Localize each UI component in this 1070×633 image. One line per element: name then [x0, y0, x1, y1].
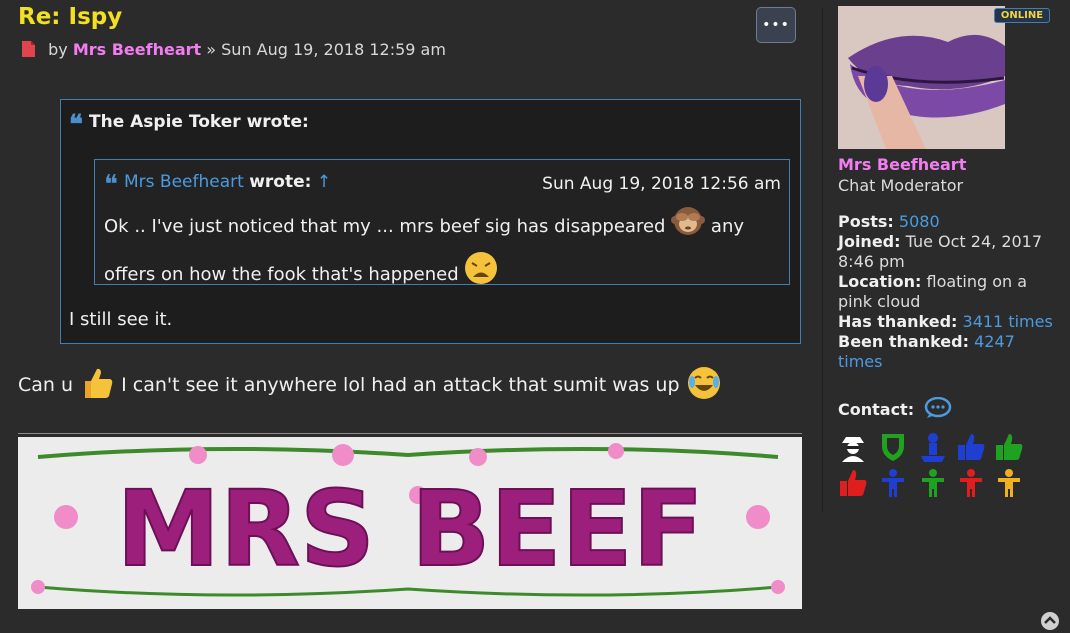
- outer-quote-cite: ❝ The Aspie Toker wrote:: [69, 110, 309, 140]
- blue-figure-icon: [882, 469, 904, 497]
- post-meta-by: by: [48, 40, 68, 59]
- profile-rank: Chat Moderator: [838, 176, 964, 195]
- quote-icon: ❝: [69, 110, 83, 140]
- red-thumbs-up-icon: [840, 470, 867, 496]
- see-no-evil-monkey-emoji-icon: [671, 203, 706, 251]
- quote-icon: ❝: [104, 170, 118, 200]
- thumbs-up-emoji-icon: [79, 365, 115, 406]
- post-date: Sun Aug 19, 2018 12:59 am: [221, 40, 446, 59]
- profile-has-thanked-row: Has thanked: 3411 times: [838, 312, 1058, 332]
- green-shield-icon: [882, 434, 904, 461]
- inner-quote-wrote: wrote:: [249, 172, 312, 192]
- inner-quote-text-3: offers on how the fook that's happened: [104, 264, 459, 285]
- profile-joined-label: Joined:: [838, 232, 901, 251]
- yellow-figure-icon: [998, 469, 1020, 497]
- inner-quote-text-1: Ok .. I've just noticed that my ... mrs …: [104, 216, 666, 237]
- post-body-text-2: I can't see it anywhere lol had an attac…: [121, 374, 680, 396]
- profile-been-thanked-label: Been thanked:: [838, 332, 969, 351]
- profile-location-label: Location:: [838, 272, 922, 291]
- profile-location-row: Location: floating on a pink cloud: [838, 272, 1058, 312]
- profile-username-link[interactable]: Mrs Beefheart: [838, 155, 966, 174]
- post-menu-button[interactable]: •••: [756, 7, 796, 43]
- blue-thumbs-up-icon: [958, 434, 985, 460]
- outer-quote-author: The Aspie Toker wrote:: [89, 112, 309, 132]
- red-figure-icon: [960, 469, 982, 497]
- inner-quote-author-link[interactable]: Mrs Beefheart: [124, 172, 244, 192]
- ellipsis-icon: •••: [762, 17, 790, 33]
- signature-banner-text: MRS BEEF: [116, 468, 703, 590]
- weary-face-emoji-icon: [464, 251, 498, 299]
- green-thumbs-up-icon: [996, 434, 1023, 460]
- post-profile-divider: [822, 8, 823, 512]
- jump-to-post-arrow[interactable]: ↑: [317, 172, 331, 192]
- post-meta-separator: »: [206, 40, 217, 59]
- quote-block-outer: ❝ The Aspie Toker wrote: ❝ Mrs Beefheart w…: [60, 99, 801, 344]
- inner-quote-text-2: any: [710, 216, 745, 237]
- profile-been-thanked-row: Been thanked: 4247 times: [838, 332, 1058, 372]
- post-title[interactable]: Re: Ispy: [18, 4, 122, 30]
- joy-face-emoji-icon: [686, 365, 722, 406]
- outer-quote-text: I still see it.: [69, 309, 173, 330]
- blue-person-icon: [921, 433, 945, 462]
- file-icon[interactable]: [22, 41, 35, 61]
- profile-joined-row: Joined: Tue Oct 24, 2017 8:46 pm: [838, 232, 1058, 272]
- profile-has-thanked-label: Has thanked:: [838, 312, 958, 331]
- spy-icon: [842, 437, 864, 462]
- post-body-text-1: Can u: [18, 374, 74, 396]
- post-author-link[interactable]: Mrs Beefheart: [73, 40, 201, 59]
- chat-bubble-icon[interactable]: [924, 396, 952, 423]
- inner-quote-date: Sun Aug 19, 2018 12:56 am: [542, 174, 781, 194]
- chevron-up-icon[interactable]: [1040, 611, 1060, 631]
- inner-quote-cite: ❝ Mrs Beefheart wrote: ↑: [104, 170, 331, 200]
- profile-details: Posts: 5080 Joined: Tue Oct 24, 2017 8:4…: [838, 212, 1058, 372]
- post-meta: by Mrs Beefheart » Sun Aug 19, 2018 12:5…: [22, 40, 446, 61]
- profile-posts-link[interactable]: 5080: [899, 212, 940, 231]
- profile-has-thanked-link[interactable]: 3411 times: [963, 312, 1053, 331]
- profile-posts-label: Posts:: [838, 212, 894, 231]
- green-figure-icon: [922, 469, 944, 497]
- post-body: Can u I can't see it anywhere lol had an…: [18, 365, 722, 406]
- signature-divider: [18, 433, 802, 434]
- profile-contact-label: Contact:: [838, 400, 915, 419]
- quote-block-inner: ❝ Mrs Beefheart wrote: ↑ Sun Aug 19, 2018…: [94, 159, 790, 285]
- signature-banner-image: MRS BEEF: [18, 437, 802, 609]
- online-badge: ONLINE: [994, 8, 1050, 23]
- profile-posts-row: Posts: 5080: [838, 212, 1058, 232]
- profile-contact: Contact:: [838, 396, 952, 423]
- avatar[interactable]: [838, 6, 1005, 149]
- post: Re: Ispy by Mrs Beefheart » Sun Aug 19, …: [0, 0, 822, 633]
- profile-sidebar: ONLINE Mrs Beefheart Chat Moderator Post…: [838, 0, 1070, 633]
- inner-quote-text: Ok .. I've just noticed that my ... mrs …: [104, 203, 784, 299]
